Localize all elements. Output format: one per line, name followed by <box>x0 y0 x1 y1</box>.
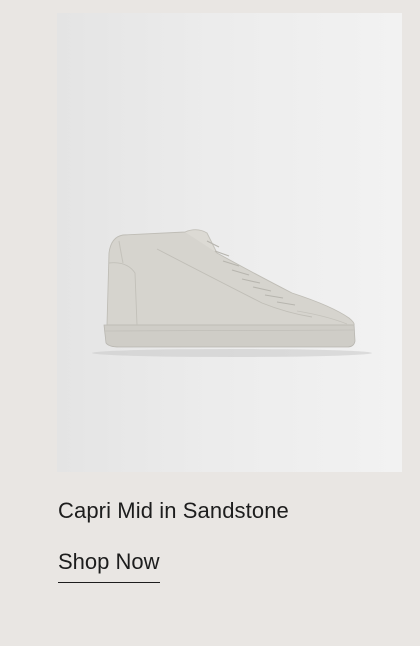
product-image[interactable] <box>57 13 402 472</box>
shop-now-link[interactable]: Shop Now <box>58 548 160 583</box>
product-title: Capri Mid in Sandstone <box>58 498 289 523</box>
sneaker-image <box>92 229 372 357</box>
product-card: Capri Mid in Sandstone Shop Now <box>0 0 420 646</box>
